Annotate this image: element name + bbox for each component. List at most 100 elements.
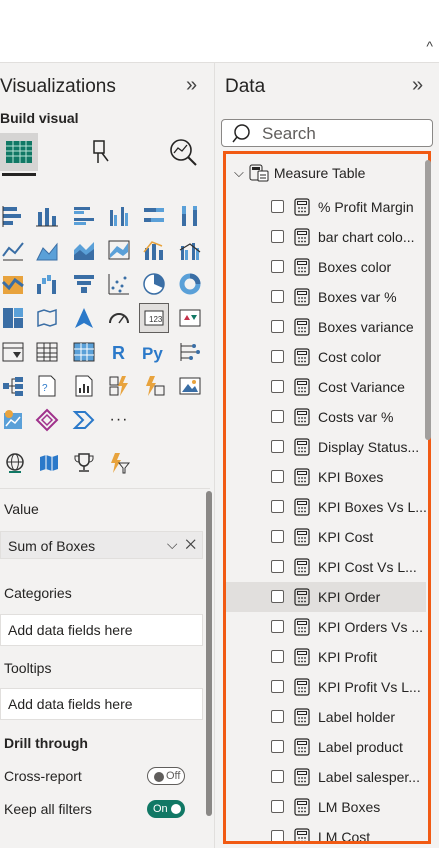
field-row[interactable]: KPI Cost Vs L... [226, 552, 426, 582]
field-row[interactable]: Cost color [226, 342, 426, 372]
ribbon-chart-icon[interactable] [106, 237, 132, 263]
field-checkbox[interactable] [271, 590, 284, 603]
field-checkbox[interactable] [271, 560, 284, 573]
more-visuals-icon[interactable]: ··· [106, 407, 132, 433]
narrative-map-icon[interactable] [0, 407, 26, 433]
chevron-up-icon[interactable]: ^ [426, 38, 433, 54]
collapse-visualizations-icon[interactable]: » [186, 74, 197, 97]
kpi-icon[interactable] [177, 305, 203, 331]
field-checkbox[interactable] [271, 440, 284, 453]
field-row[interactable]: % Profit Margin [226, 192, 426, 222]
fields-scrollbar[interactable] [425, 160, 431, 440]
filled-map-icon[interactable] [36, 450, 62, 476]
slicer-icon[interactable] [0, 339, 26, 365]
tab-format-visual[interactable] [82, 133, 120, 171]
treemap-icon[interactable] [0, 305, 26, 331]
field-row[interactable]: Label holder [226, 702, 426, 732]
stacked-bar-chart-icon[interactable] [0, 203, 26, 229]
python-visual-icon[interactable]: Py [141, 339, 167, 365]
trophy-icon[interactable] [71, 450, 97, 476]
field-row[interactable]: Boxes var % [226, 282, 426, 312]
chevron-down-icon[interactable]: ⌵ [167, 536, 178, 552]
value-field-pill[interactable]: Sum of Boxes ⌵ ✕ [0, 531, 203, 559]
field-row[interactable]: bar chart colo... [226, 222, 426, 252]
line-and-clustered-column-icon[interactable] [177, 237, 203, 263]
field-checkbox[interactable] [271, 260, 284, 273]
card-icon[interactable]: 123 [139, 303, 169, 333]
field-checkbox[interactable] [271, 680, 284, 693]
field-checkbox[interactable] [271, 320, 284, 333]
field-row[interactable]: KPI Boxes Vs L... [226, 492, 427, 522]
field-row[interactable]: LM Cost [226, 822, 426, 841]
clustered-column-chart-icon[interactable] [106, 203, 132, 229]
chevron-down-icon[interactable]: ⌵ [234, 165, 244, 181]
map-icon[interactable] [34, 305, 60, 331]
gauge-icon[interactable] [106, 305, 132, 331]
collapse-data-icon[interactable]: » [412, 74, 423, 97]
metrics-icon[interactable] [34, 407, 60, 433]
table-icon[interactable] [34, 339, 60, 365]
tab-build-visual[interactable] [0, 133, 38, 171]
qna-icon[interactable]: ? [34, 373, 60, 399]
field-checkbox[interactable] [271, 710, 284, 723]
field-checkbox[interactable] [271, 620, 284, 633]
field-row[interactable]: KPI Profit [226, 642, 426, 672]
field-row[interactable]: Label salesper... [226, 762, 426, 792]
categories-drop-zone[interactable]: Add data fields here [0, 614, 203, 646]
field-row[interactable]: Cost Variance [226, 372, 426, 402]
visualizations-scrollbar[interactable] [206, 491, 212, 816]
field-row[interactable]: KPI Boxes [226, 462, 426, 492]
funnel-chart-icon[interactable] [71, 271, 97, 297]
field-row[interactable]: Costs var % [226, 402, 426, 432]
field-checkbox[interactable] [271, 800, 284, 813]
image-icon[interactable] [177, 373, 203, 399]
field-row[interactable]: Label product [226, 732, 426, 762]
field-checkbox[interactable] [271, 410, 284, 423]
tab-analytics[interactable] [164, 133, 202, 171]
globe-custom-visual-icon[interactable] [2, 450, 28, 476]
line-and-column-chart-icon[interactable] [141, 237, 167, 263]
stacked-area-chart-icon[interactable] [71, 237, 97, 263]
matrix-icon[interactable] [71, 339, 97, 365]
ribbon-alt-chart-icon[interactable] [0, 271, 26, 297]
search-input[interactable]: Search [221, 119, 433, 147]
smart-narrative-icon[interactable] [71, 407, 97, 433]
clustered-bar-chart-icon[interactable] [71, 203, 97, 229]
area-chart-icon[interactable] [34, 237, 60, 263]
field-checkbox[interactable] [271, 200, 284, 213]
field-row[interactable]: LM Boxes [226, 792, 426, 822]
waterfall-chart-icon[interactable] [34, 271, 60, 297]
tooltips-drop-zone[interactable]: Add data fields here [0, 688, 203, 720]
azure-map-icon[interactable] [71, 305, 97, 331]
keep-all-filters-toggle[interactable]: On [147, 800, 185, 818]
r-script-visual-icon[interactable]: R [106, 339, 132, 365]
remove-field-icon[interactable]: ✕ [185, 536, 196, 552]
100-stacked-column-chart-icon[interactable] [177, 203, 203, 229]
decomposition-tree-icon[interactable] [0, 373, 26, 399]
field-row[interactable]: KPI Order [226, 582, 426, 612]
scatter-chart-icon[interactable] [106, 271, 132, 297]
field-checkbox[interactable] [271, 350, 284, 363]
field-row[interactable]: Boxes variance [226, 312, 426, 342]
field-checkbox[interactable] [271, 740, 284, 753]
field-checkbox[interactable] [271, 230, 284, 243]
power-automate-filter-icon[interactable] [106, 450, 132, 476]
field-row[interactable]: Boxes color [226, 252, 426, 282]
pie-chart-icon[interactable] [141, 271, 167, 297]
field-checkbox[interactable] [271, 500, 284, 513]
field-checkbox[interactable] [271, 290, 284, 303]
field-row[interactable]: KPI Cost [226, 522, 426, 552]
field-checkbox[interactable] [271, 650, 284, 663]
field-row[interactable]: KPI Orders Vs ... [226, 612, 426, 642]
field-checkbox[interactable] [271, 380, 284, 393]
field-checkbox[interactable] [271, 770, 284, 783]
field-row[interactable]: Display Status... [226, 432, 426, 462]
paginated-report-icon[interactable] [71, 373, 97, 399]
field-checkbox[interactable] [271, 830, 284, 841]
field-checkbox[interactable] [271, 530, 284, 543]
field-checkbox[interactable] [271, 470, 284, 483]
key-influencers-icon[interactable] [177, 339, 203, 365]
100-stacked-bar-chart-icon[interactable] [141, 203, 167, 229]
measure-table-node[interactable]: ⌵ Measure Table [234, 164, 365, 182]
line-chart-icon[interactable] [0, 237, 26, 263]
